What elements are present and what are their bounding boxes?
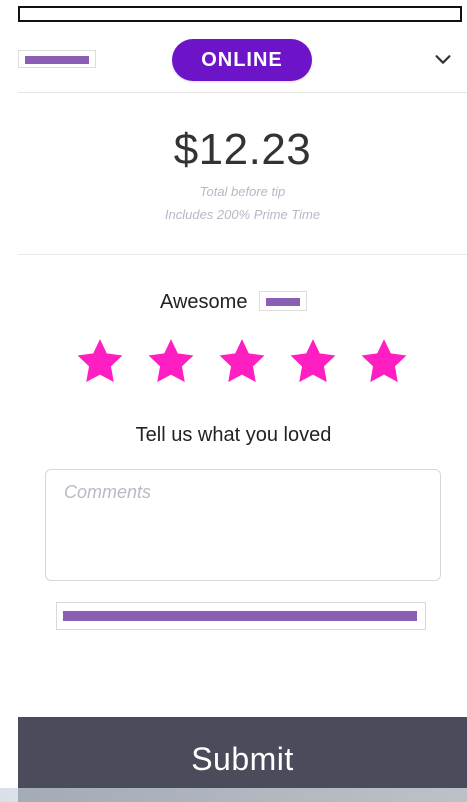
redacted-header-text — [18, 50, 96, 68]
star-icon[interactable] — [356, 334, 412, 390]
comments-input[interactable] — [62, 480, 428, 574]
rating-label-text: Awesome — [159, 291, 248, 313]
redacted-rating-text — [259, 290, 307, 311]
redaction-bar — [266, 297, 300, 306]
section-divider — [18, 254, 467, 255]
redacted-footer-text — [56, 602, 426, 630]
star-rating[interactable] — [72, 333, 412, 391]
rating-label: Awesome — [0, 290, 467, 314]
chevron-down-icon[interactable] — [429, 45, 457, 73]
fare-note: Includes 200% Prime Time — [164, 207, 321, 222]
submit-label: Submit — [191, 741, 294, 777]
online-status-label: ONLINE — [201, 48, 283, 71]
star-icon[interactable] — [214, 334, 270, 390]
redaction-bar — [25, 56, 89, 64]
comments-box[interactable] — [45, 469, 441, 581]
star-icon[interactable] — [143, 334, 199, 390]
status-bar-frame — [18, 6, 462, 22]
star-icon[interactable] — [72, 334, 128, 390]
redaction-bar — [63, 611, 417, 621]
feedback-prompt: Tell us what you loved — [135, 424, 332, 446]
star-icon[interactable] — [285, 334, 341, 390]
fare-amount: $12.23 — [173, 125, 312, 174]
fare-subtitle: Total before tip — [199, 184, 286, 199]
bottom-edge — [0, 788, 467, 802]
header: ONLINE — [18, 30, 467, 93]
online-status-toggle[interactable]: ONLINE — [172, 39, 312, 81]
